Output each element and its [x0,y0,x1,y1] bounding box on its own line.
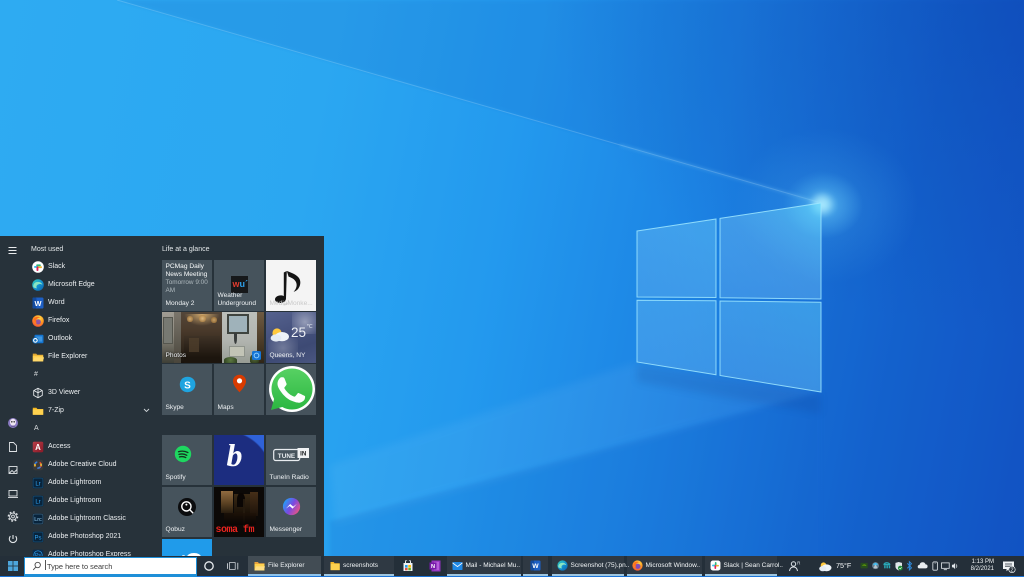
svg-text:N: N [431,564,435,570]
svg-text:S: S [184,380,191,391]
svg-text:2: 2 [1011,567,1014,572]
svg-text:IN: IN [300,450,307,457]
svg-text:R: R [797,561,801,566]
svg-text:W: W [532,563,539,570]
svg-text:Lrc: Lrc [34,517,42,523]
svg-text:W: W [35,299,42,308]
svg-text:Lr: Lr [35,481,40,487]
svg-text:Ps: Ps [34,535,41,541]
svg-text:A: A [35,443,41,452]
svg-text:TUNE: TUNE [277,453,295,460]
svg-text:Lr: Lr [35,499,40,505]
